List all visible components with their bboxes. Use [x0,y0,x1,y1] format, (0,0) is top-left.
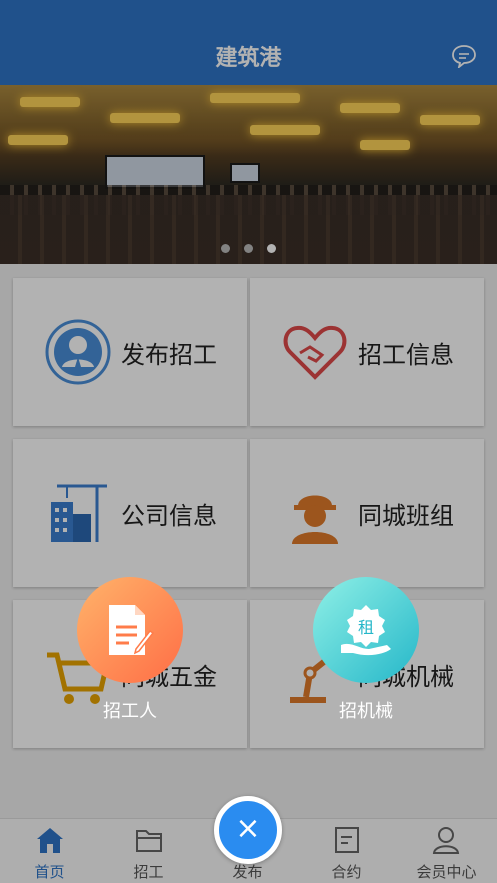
action-recruit-workers[interactable]: 招工人 [70,577,190,723]
action-circle[interactable]: 租 [313,577,419,683]
close-icon: × [235,811,261,846]
rent-hand-icon: 租 [341,605,391,656]
action-circle[interactable] [77,577,183,683]
modal-backdrop[interactable] [0,0,497,883]
document-pen-icon [109,605,155,655]
action-rent-machinery[interactable]: 租 招机械 [306,577,426,723]
action-label: 招机械 [339,701,393,722]
rent-badge-text: 租 [358,618,374,637]
close-publish-button[interactable]: × [214,796,282,864]
action-label: 招工人 [103,701,157,722]
